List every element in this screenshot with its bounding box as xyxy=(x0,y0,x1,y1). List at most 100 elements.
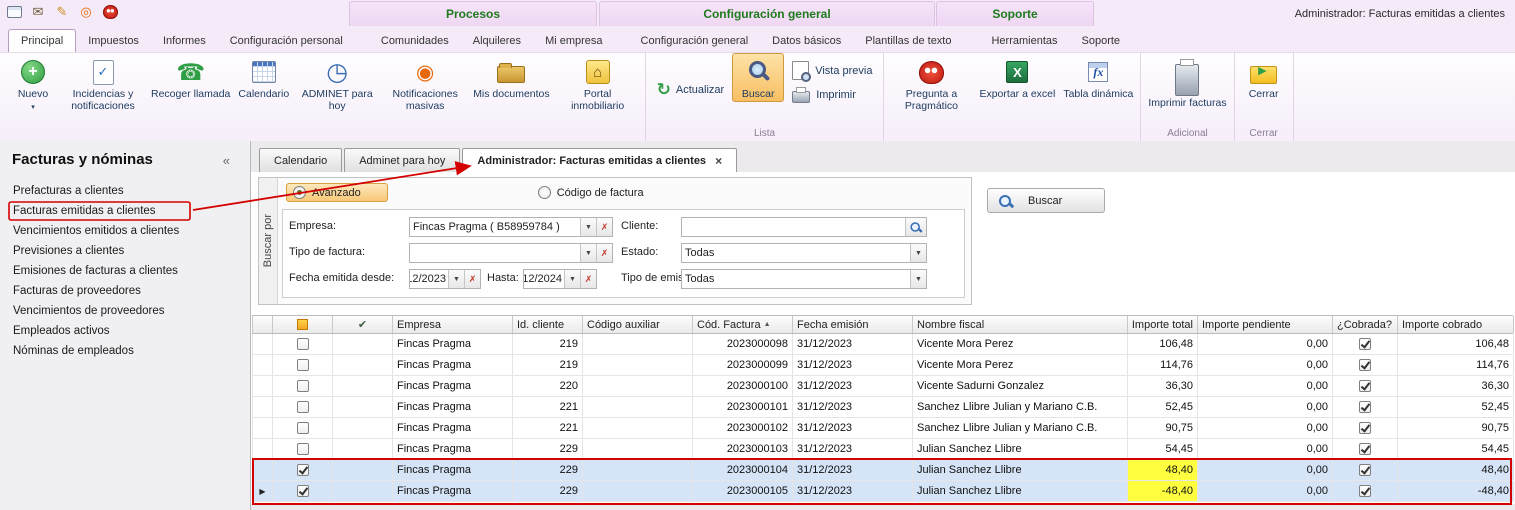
column-header-empresa[interactable]: Empresa xyxy=(393,316,513,333)
table-row[interactable]: Fincas Pragma219202300009831/12/2023Vice… xyxy=(252,334,1513,355)
sidebar-item-emisiones-de-facturas-a-clientes[interactable]: Emisiones de facturas a clientes xyxy=(0,261,250,281)
ribbon-button-exportar-a-excel[interactable]: Exportar a excel xyxy=(975,53,1059,101)
column-header-select[interactable] xyxy=(273,316,333,333)
sidebar-item-prefacturas-a-clientes[interactable]: Prefacturas a clientes xyxy=(0,181,250,201)
ribbon-button-cerrar[interactable]: Cerrar xyxy=(1238,53,1290,101)
table-row[interactable]: Fincas Pragma229202300010331/12/2023Juli… xyxy=(252,439,1513,460)
radio-codigo-de-factura[interactable]: Código de factura xyxy=(538,186,644,199)
ribbon-button-actualizar[interactable]: Actualizar xyxy=(649,77,733,103)
row-checkbox[interactable] xyxy=(297,464,309,476)
clear-icon[interactable]: ✗ xyxy=(464,270,480,288)
ribbon-button-notificaciones-masivas[interactable]: Notificaciones masivas xyxy=(381,53,469,112)
row-checkbox[interactable] xyxy=(297,401,309,413)
row-checkbox[interactable] xyxy=(297,359,309,371)
ribbon-tab-alquileres[interactable]: Alquileres xyxy=(461,30,533,52)
ribbon-tab-soporte[interactable]: Soporte xyxy=(1070,30,1133,52)
radio-waves-icon[interactable] xyxy=(77,3,95,21)
sidebar-item-facturas-emitidas-a-clientes[interactable]: Facturas emitidas a clientes xyxy=(0,201,250,221)
row-checkbox[interactable] xyxy=(297,485,309,497)
fecha-hasta-datepicker[interactable]: 31/12/2024 ▼ ✗ xyxy=(523,269,597,289)
cliente-search-icon[interactable] xyxy=(905,218,926,236)
dropdown-icon[interactable]: ▼ xyxy=(580,218,596,236)
column-header-cobrada[interactable]: ¿Cobrada? xyxy=(1333,316,1398,333)
table-row[interactable]: Fincas Pragma229202300010431/12/2023Juli… xyxy=(252,460,1513,481)
ribbon-tab-plantillas-de-texto[interactable]: Plantillas de texto xyxy=(853,30,963,52)
dropdown-icon[interactable]: ▼ xyxy=(448,270,464,288)
column-header-nombre_fiscal[interactable]: Nombre fiscal xyxy=(913,316,1128,333)
clear-icon[interactable]: ✗ xyxy=(596,244,612,262)
edit-document-icon[interactable] xyxy=(53,3,71,21)
ribbon-button-vista-previa[interactable]: Vista previa xyxy=(786,59,878,82)
column-header-fecha_emision[interactable]: Fecha emisión xyxy=(793,316,913,333)
ribbon-button-tabla-dinamica[interactable]: Tabla dinámica xyxy=(1059,53,1137,101)
ribbon-button-nuevo[interactable]: Nuevo▾ xyxy=(7,53,59,111)
table-row[interactable]: Fincas Pragma219202300009931/12/2023Vice… xyxy=(252,355,1513,376)
ribbon-button-calendario[interactable]: Calendario xyxy=(234,53,293,101)
buscar-button[interactable]: Buscar xyxy=(987,188,1105,213)
column-header-codigo_auxiliar[interactable]: Código auxiliar xyxy=(583,316,693,333)
row-checkbox[interactable] xyxy=(297,443,309,455)
ribbon-tab-configuracion-general[interactable]: Configuración general xyxy=(629,30,761,52)
sidebar-item-facturas-de-proveedores[interactable]: Facturas de proveedores xyxy=(0,281,250,301)
ribbon-button-incidencias-y-notificaciones[interactable]: Incidencias y notificaciones xyxy=(59,53,147,112)
fecha-desde-datepicker[interactable]: 31/12/2023 ▼ ✗ xyxy=(409,269,481,289)
sidebar-item-previsiones-a-clientes[interactable]: Previsiones a clientes xyxy=(0,241,250,261)
column-header-importe_total[interactable]: Importe total xyxy=(1128,316,1198,333)
close-icon[interactable]: × xyxy=(715,154,722,168)
ribbon-tab-mi-empresa[interactable]: Mi empresa xyxy=(533,30,614,52)
ribbon-tab-comunidades[interactable]: Comunidades xyxy=(369,30,461,52)
app-window-icon[interactable] xyxy=(5,3,23,21)
dropdown-icon[interactable]: ▼ xyxy=(910,270,926,288)
column-header-importe_cobrado[interactable]: Importe cobrado xyxy=(1398,316,1514,333)
row-checkbox[interactable] xyxy=(297,422,309,434)
select-all-icon[interactable] xyxy=(297,319,308,330)
table-row[interactable]: ▶Fincas Pragma229202300010531/12/2023Jul… xyxy=(252,481,1513,502)
sidebar-item-vencimientos-emitidos-a-clientes[interactable]: Vencimientos emitidos a clientes xyxy=(0,221,250,241)
table-row[interactable]: Fincas Pragma221202300010131/12/2023Sanc… xyxy=(252,397,1513,418)
ribbon-button-adminet-para-hoy[interactable]: ADMINET para hoy xyxy=(293,53,381,112)
pragmatico-icon[interactable] xyxy=(101,3,119,21)
radio-avanzado[interactable]: Avanzado xyxy=(286,183,388,202)
mail-icon[interactable] xyxy=(29,3,47,21)
sidebar-item-vencimientos-de-proveedores[interactable]: Vencimientos de proveedores xyxy=(0,301,250,321)
clear-icon[interactable]: ✗ xyxy=(596,218,612,236)
ribbon-tab-configuracion-personal[interactable]: Configuración personal xyxy=(218,30,355,52)
dropdown-icon[interactable]: ▼ xyxy=(580,244,596,262)
table-row[interactable]: Fincas Pragma220202300010031/12/2023Vice… xyxy=(252,376,1513,397)
ribbon-button-mis-documentos[interactable]: Mis documentos xyxy=(469,53,553,101)
tipo-factura-combobox[interactable]: ▼ ✗ xyxy=(409,243,613,263)
ribbon-button-recoger-llamada[interactable]: Recoger llamada xyxy=(147,53,234,101)
sidebar-collapse-icon[interactable]: « xyxy=(223,153,230,168)
doc-tab-adminet-para-hoy[interactable]: Adminet para hoy xyxy=(344,148,460,173)
ribbon-tab-principal[interactable]: Principal xyxy=(8,29,76,52)
column-header-cod_factura[interactable]: Cód. Factura▲ xyxy=(693,316,793,333)
sidebar-item-empleados-activos[interactable]: Empleados activos xyxy=(0,321,250,341)
column-header-importe_pendiente[interactable]: Importe pendiente xyxy=(1198,316,1333,333)
tipo-emision-combobox[interactable]: Todas ▼ xyxy=(681,269,927,289)
table-row[interactable]: Fincas Pragma221202300010231/12/2023Sanc… xyxy=(252,418,1513,439)
clear-icon[interactable]: ✗ xyxy=(580,270,596,288)
ribbon-button-portal-inmobiliario[interactable]: Portal inmobiliario xyxy=(554,53,642,112)
ribbon-tab-datos-basicos[interactable]: Datos básicos xyxy=(760,30,853,52)
doc-tab-administrador-facturas-emitidas-a-clientes[interactable]: Administrador: Facturas emitidas a clien… xyxy=(462,148,737,173)
sidebar-item-nominas-de-empleados[interactable]: Nóminas de empleados xyxy=(0,341,250,361)
empresa-combobox[interactable]: Fincas Pragma ( B58959784 ) ▼ ✗ xyxy=(409,217,613,237)
cliente-input[interactable] xyxy=(681,217,927,237)
ribbon-tab-informes[interactable]: Informes xyxy=(151,30,218,52)
dropdown-icon[interactable]: ▼ xyxy=(910,244,926,262)
estado-combobox[interactable]: Todas ▼ xyxy=(681,243,927,263)
ribbon-button-buscar[interactable]: Buscar xyxy=(732,53,784,102)
ribbon-tab-herramientas[interactable]: Herramientas xyxy=(979,30,1069,52)
row-checkbox[interactable] xyxy=(297,338,309,350)
search-panel-side[interactable]: Buscar por xyxy=(259,178,278,304)
doc-tab-calendario[interactable]: Calendario xyxy=(259,148,342,173)
dropdown-icon[interactable]: ▼ xyxy=(564,270,580,288)
column-header-id_cliente[interactable]: Id. cliente xyxy=(513,316,583,333)
ribbon-button-pregunta-a-pragmatico[interactable]: Pregunta a Pragmático xyxy=(887,53,975,112)
row-checkbox[interactable] xyxy=(297,380,309,392)
ribbon-button-imprimir[interactable]: Imprimir xyxy=(786,85,878,105)
ribbon-button-imprimir-facturas[interactable]: Imprimir facturas xyxy=(1144,53,1230,110)
column-header-indicator[interactable] xyxy=(253,316,273,333)
column-header-flag[interactable]: ✔ xyxy=(333,316,393,333)
ribbon-tab-impuestos[interactable]: Impuestos xyxy=(76,30,151,52)
